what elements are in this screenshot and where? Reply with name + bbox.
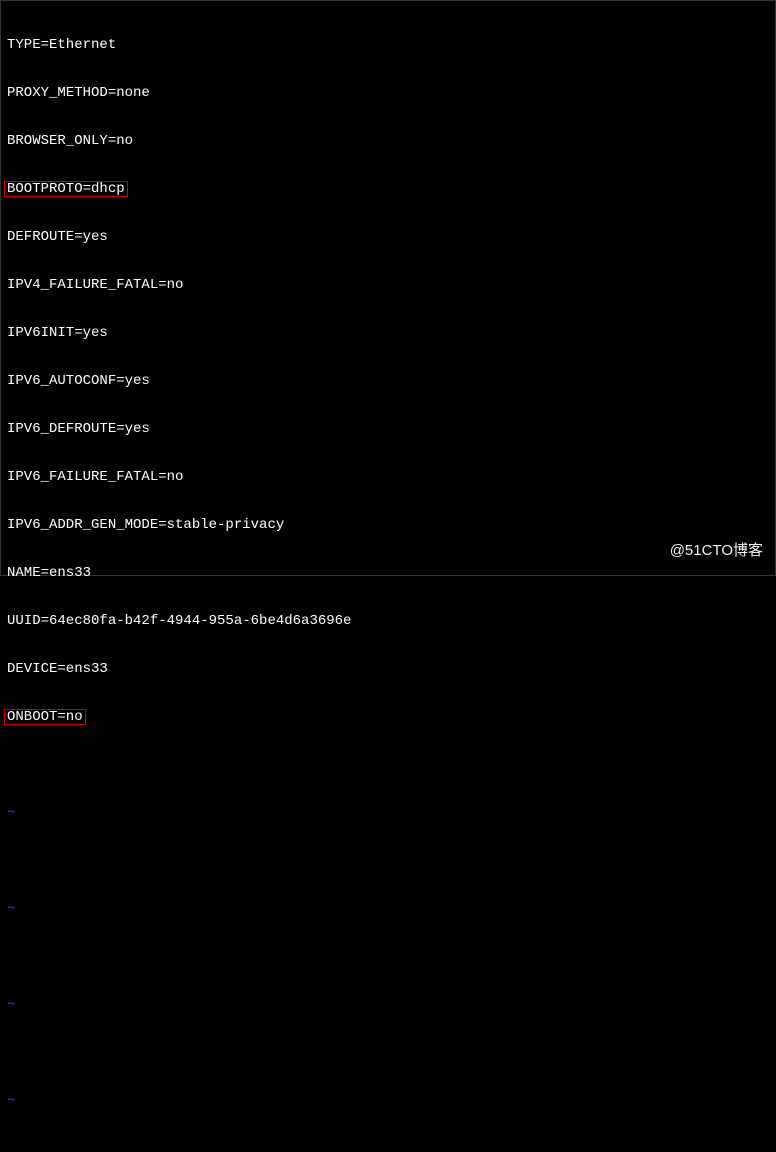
config-line: BROWSER_ONLY=no (7, 133, 769, 149)
config-line: DEFROUTE=yes (7, 229, 769, 245)
config-line: IPV6_DEFROUTE=yes (7, 421, 769, 437)
config-line: UUID=64ec80fa-b42f-4944-955a-6be4d6a3696… (7, 613, 769, 629)
empty-line (7, 1141, 769, 1152)
empty-line (7, 757, 769, 773)
empty-line (7, 949, 769, 965)
config-line: PROXY_METHOD=none (7, 85, 769, 101)
config-line-highlighted: ONBOOT=no (7, 709, 769, 725)
vi-tilde: ~ (7, 901, 769, 917)
config-line: IPV6_FAILURE_FATAL=no (7, 469, 769, 485)
config-line: IPV4_FAILURE_FATAL=no (7, 277, 769, 293)
config-line: IPV6INIT=yes (7, 325, 769, 341)
config-line: IPV6_ADDR_GEN_MODE=stable-privacy (7, 517, 769, 533)
terminal-editor[interactable]: TYPE=Ethernet PROXY_METHOD=none BROWSER_… (1, 1, 775, 1152)
vi-tilde: ~ (7, 1093, 769, 1109)
vi-tilde: ~ (7, 997, 769, 1013)
config-line: TYPE=Ethernet (7, 37, 769, 53)
watermark-label: @51CTO博客 (670, 543, 763, 559)
config-line: DEVICE=ens33 (7, 661, 769, 677)
config-line: IPV6_AUTOCONF=yes (7, 373, 769, 389)
config-line-highlighted: BOOTPROTO=dhcp (7, 181, 769, 197)
highlight-box: BOOTPROTO=dhcp (4, 181, 128, 197)
vi-tilde: ~ (7, 805, 769, 821)
config-line: NAME=ens33 (7, 565, 769, 581)
empty-line (7, 1045, 769, 1061)
empty-line (7, 853, 769, 869)
highlight-box: ONBOOT=no (4, 709, 86, 725)
